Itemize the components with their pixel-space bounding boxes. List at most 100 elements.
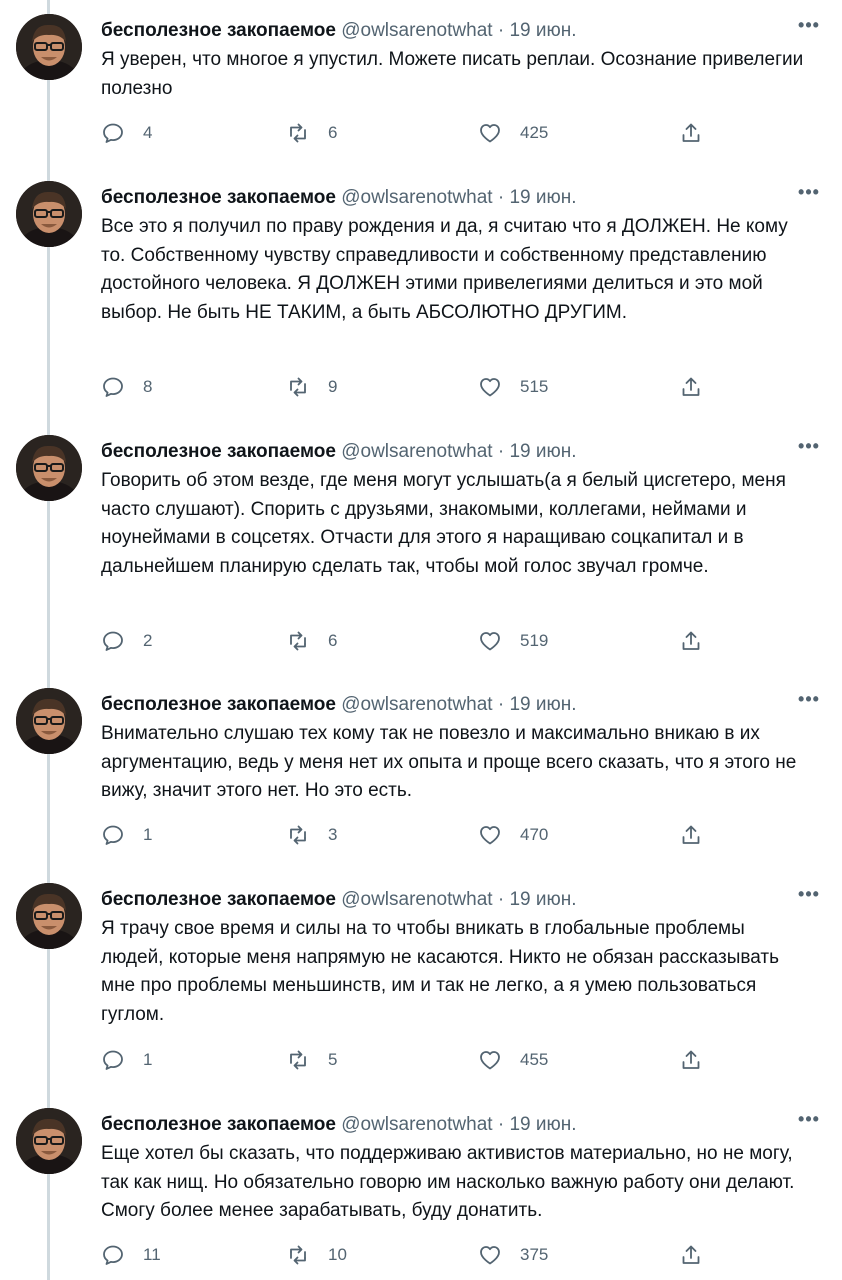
avatar[interactable] — [16, 14, 82, 80]
reply-count: 4 — [143, 123, 153, 142]
retweet-icon — [290, 377, 306, 397]
heart-icon — [480, 632, 500, 651]
like-button[interactable]: 470 — [478, 820, 548, 850]
retweet-count: 5 — [328, 1050, 338, 1069]
retweet-button[interactable]: 10 — [286, 1240, 347, 1270]
tweet-actions: 1 5 455 — [101, 1045, 731, 1075]
author-name[interactable]: бесполезное закопаемое — [101, 441, 336, 462]
retweet-count: 9 — [328, 377, 338, 396]
separator-dot: · — [497, 889, 505, 910]
more-icon[interactable]: ••• — [796, 885, 822, 907]
like-count: 455 — [520, 1050, 549, 1069]
author-handle[interactable]: @owlsarenotwhat — [341, 1114, 492, 1135]
tweet[interactable]: бесполезное закопаемое @owlsarenotwhat ·… — [0, 1094, 842, 1280]
author-name[interactable]: бесполезное закопаемое — [101, 20, 336, 41]
retweet-icon — [290, 631, 306, 651]
like-button[interactable]: 455 — [478, 1045, 548, 1075]
tweet-actions: 11 10 375 — [101, 1240, 731, 1270]
reply-button[interactable]: 11 — [101, 1240, 161, 1270]
reply-button[interactable]: 4 — [101, 118, 152, 148]
heart-icon — [480, 826, 500, 845]
author-handle[interactable]: @owlsarenotwhat — [341, 694, 492, 715]
author-handle[interactable]: @owlsarenotwhat — [341, 441, 492, 462]
share-button[interactable] — [679, 1045, 703, 1075]
tweet-date[interactable]: 19 июн. — [509, 20, 576, 41]
avatar[interactable] — [16, 181, 82, 247]
author-name[interactable]: бесполезное закопаемое — [101, 694, 336, 715]
more-icon[interactable]: ••• — [796, 1110, 822, 1132]
tweet-date[interactable]: 19 июн. — [509, 187, 576, 208]
reply-count: 8 — [143, 377, 153, 396]
share-button[interactable] — [679, 626, 703, 656]
reply-icon — [103, 825, 123, 845]
like-button[interactable]: 519 — [478, 626, 548, 656]
tweet[interactable]: бесполезное закопаемое @owlsarenotwhat ·… — [0, 167, 842, 422]
share-icon — [682, 1245, 700, 1264]
retweet-count: 6 — [328, 631, 338, 650]
more-icon[interactable]: ••• — [796, 183, 822, 205]
reply-count: 1 — [143, 825, 153, 844]
tweet-text: Внимательно слушаю тех кому так не повез… — [101, 723, 797, 801]
reply-button[interactable]: 1 — [101, 820, 152, 850]
tweet-text: Я трачу свое время и силы на то чтобы вн… — [101, 918, 780, 1025]
tweet[interactable]: бесполезное закопаемое @owlsarenotwhat ·… — [0, 0, 842, 180]
tweet-header: бесполезное закопаемое @owlsarenotwhat ·… — [101, 887, 822, 913]
like-button[interactable]: 375 — [478, 1240, 548, 1270]
share-button[interactable] — [679, 118, 703, 148]
heart-icon — [480, 1051, 500, 1070]
reply-icon — [103, 377, 123, 397]
author-handle[interactable]: @owlsarenotwhat — [341, 20, 492, 41]
avatar[interactable] — [16, 1108, 82, 1174]
retweet-button[interactable]: 3 — [286, 820, 337, 850]
avatar[interactable] — [16, 883, 82, 949]
share-button[interactable] — [679, 372, 703, 402]
author-name[interactable]: бесполезное закопаемое — [101, 1114, 336, 1135]
tweet-header: бесполезное закопаемое @owlsarenotwhat ·… — [101, 439, 822, 465]
share-icon — [682, 825, 700, 844]
tweet[interactable]: бесполезное закопаемое @owlsarenotwhat ·… — [0, 869, 842, 1094]
tweet-text: Еще хотел бы сказать, что поддерживаю ак… — [101, 1143, 795, 1221]
share-icon — [682, 377, 700, 396]
tweet-header: бесполезное закопаемое @owlsarenotwhat ·… — [101, 18, 822, 44]
tweet-actions: 8 9 515 — [101, 372, 731, 402]
like-button[interactable]: 425 — [478, 118, 548, 148]
reply-button[interactable]: 2 — [101, 626, 152, 656]
share-button[interactable] — [679, 820, 703, 850]
share-button[interactable] — [679, 1240, 703, 1270]
retweet-icon — [290, 123, 306, 143]
retweet-button[interactable]: 6 — [286, 118, 337, 148]
retweet-button[interactable]: 5 — [286, 1045, 337, 1075]
tweet-date[interactable]: 19 июн. — [509, 694, 576, 715]
tweet[interactable]: бесполезное закопаемое @owlsarenotwhat ·… — [0, 674, 842, 869]
heart-icon — [480, 124, 500, 143]
like-count: 470 — [520, 825, 549, 844]
retweet-button[interactable]: 9 — [286, 372, 337, 402]
author-handle[interactable]: @owlsarenotwhat — [341, 889, 492, 910]
retweet-button[interactable]: 6 — [286, 626, 337, 656]
tweet-date[interactable]: 19 июн. — [509, 889, 576, 910]
author-handle[interactable]: @owlsarenotwhat — [341, 187, 492, 208]
avatar[interactable] — [16, 688, 82, 754]
author-name[interactable]: бесполезное закопаемое — [101, 187, 336, 208]
author-name[interactable]: бесполезное закопаемое — [101, 889, 336, 910]
more-icon[interactable]: ••• — [796, 16, 822, 38]
like-button[interactable]: 515 — [478, 372, 548, 402]
more-icon[interactable]: ••• — [796, 690, 822, 712]
more-icon[interactable]: ••• — [796, 437, 822, 459]
separator-dot: · — [497, 20, 505, 41]
reply-icon — [103, 1050, 123, 1070]
avatar[interactable] — [16, 435, 82, 501]
tweet-date[interactable]: 19 июн. — [509, 1114, 576, 1135]
like-count: 515 — [520, 377, 549, 396]
reply-icon — [103, 631, 123, 651]
reply-button[interactable]: 1 — [101, 1045, 152, 1075]
tweet-date[interactable]: 19 июн. — [509, 441, 576, 462]
tweet-header: бесполезное закопаемое @owlsarenotwhat ·… — [101, 185, 822, 211]
tweet-header: бесполезное закопаемое @owlsarenotwhat ·… — [101, 692, 822, 718]
tweet[interactable]: бесполезное закопаемое @owlsarenotwhat ·… — [0, 421, 842, 676]
reply-button[interactable]: 8 — [101, 372, 152, 402]
tweet-actions: 4 6 425 — [101, 118, 731, 148]
retweet-icon — [290, 825, 306, 845]
like-count: 519 — [520, 631, 549, 650]
tweet-actions: 2 6 519 — [101, 626, 731, 656]
